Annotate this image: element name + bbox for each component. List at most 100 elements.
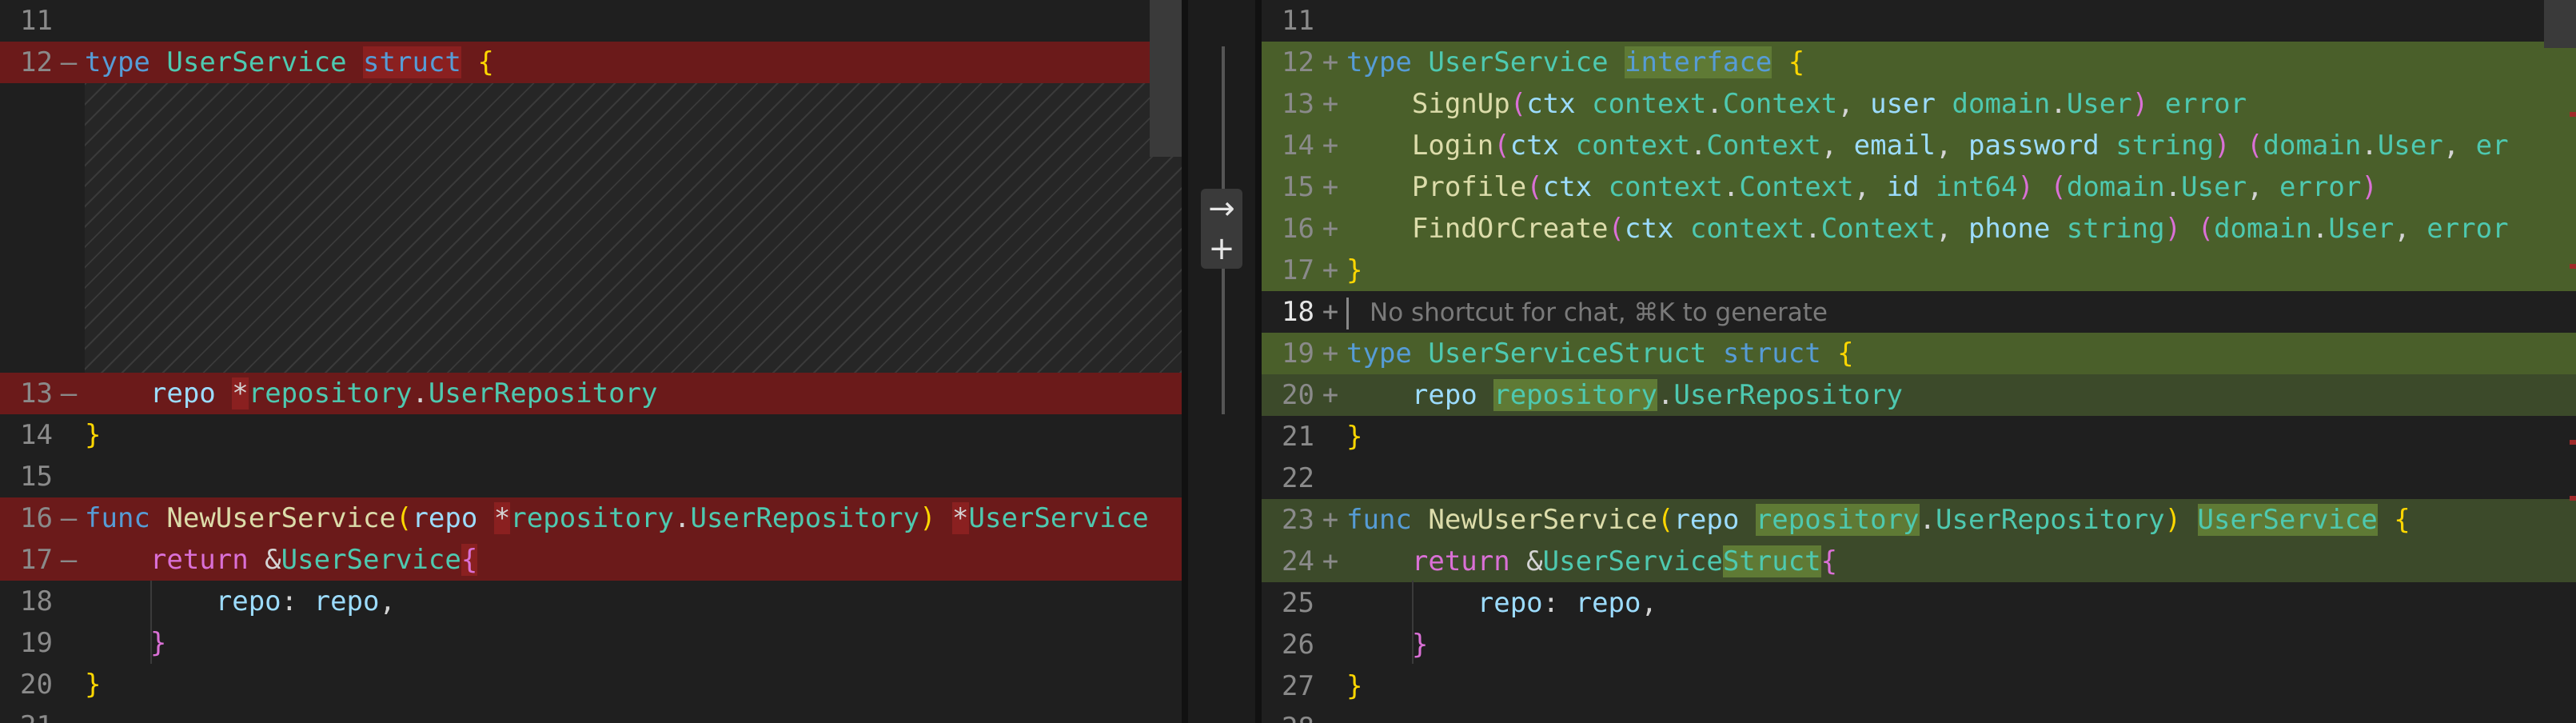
code-token: domain: [2263, 130, 2362, 162]
code-text: }: [1346, 250, 1362, 291]
code-text: Profile(ctx context.Context, id int64) (…: [1346, 166, 2378, 208]
line-number: 20: [1282, 379, 1314, 411]
code-token: phone: [1968, 213, 2051, 245]
code-line[interactable]: 21}: [1262, 416, 2576, 457]
code-token: ,: [1936, 130, 1968, 162]
code-token: repository: [1493, 379, 1657, 411]
code-token: UserService: [968, 502, 1149, 534]
indent-guide: [150, 581, 152, 664]
code-line[interactable]: 17— return &UserService{: [0, 539, 1182, 581]
line-number: 22: [1282, 462, 1314, 494]
right-diff-pane[interactable]: 11 12 + type UserService interface {13 + Sig…: [1262, 0, 2576, 723]
diff-marker: —: [60, 377, 78, 409]
code-line[interactable]: 17 +}: [1262, 250, 2576, 291]
code-token: repo: [1673, 504, 1740, 536]
code-line[interactable]: 21: [0, 705, 1182, 723]
code-token: er: [2475, 130, 2509, 162]
diff-marker: —: [60, 544, 78, 576]
pane-divider-left[interactable]: [1182, 0, 1188, 723]
code-line[interactable]: 19 }: [0, 622, 1182, 664]
code-line[interactable]: 16— func NewUserService(repo *repository.…: [0, 497, 1182, 539]
code-line[interactable]: 15: [0, 456, 1182, 497]
code-line[interactable]: 20 + repo repository.UserRepository: [1262, 374, 2576, 416]
code-line[interactable]: 12— type UserService struct {: [0, 42, 1182, 83]
code-token: }: [1346, 254, 1363, 286]
diff-marker: —: [60, 46, 78, 78]
code-token: User: [2377, 130, 2443, 162]
code-line[interactable]: 22: [1262, 457, 2576, 499]
apply-change-arrow-icon[interactable]: →: [1201, 189, 1242, 229]
line-number: 27: [1282, 670, 1314, 702]
code-token: *: [952, 502, 969, 534]
code-token: .: [412, 377, 429, 409]
code-token: ctx: [1509, 130, 1560, 162]
code-line[interactable]: 13— repo *repository.UserRepository: [0, 373, 1182, 414]
diff-marker: +: [1322, 504, 1339, 536]
code-line[interactable]: 28: [1262, 707, 2576, 723]
code-line[interactable]: 18 repo: repo,: [0, 581, 1182, 622]
code-token: &: [248, 544, 281, 576]
code-token: repo: [85, 585, 281, 617]
code-token: context: [1689, 213, 1805, 245]
code-line[interactable]: 14}: [0, 414, 1182, 456]
line-number: 11: [20, 5, 53, 37]
code-line[interactable]: 12 + type UserService interface {: [1262, 42, 2576, 83]
code-token: (: [2197, 213, 2215, 245]
code-token: UserService: [281, 544, 461, 576]
code-token: repository: [1755, 504, 1920, 536]
code-token: struct: [1722, 338, 1821, 369]
code-text: func NewUserService(repo repository.User…: [1346, 499, 2411, 541]
code-token: ,: [2394, 213, 2427, 245]
line-number: 16: [1282, 213, 1314, 245]
code-text: repo: repo,: [85, 581, 396, 622]
code-line[interactable]: 20}: [0, 664, 1182, 705]
code-line[interactable]: 26 }: [1262, 624, 2576, 665]
diff-filler-hatch: [85, 83, 1182, 373]
pane-divider-right[interactable]: [1255, 0, 1262, 723]
line-number: 12: [1282, 46, 1314, 78]
code-token: type: [1346, 46, 1412, 78]
code-token: UserService: [1542, 545, 1723, 577]
code-token: }: [1346, 629, 1429, 661]
code-text: func NewUserService(repo *repository.Use…: [85, 497, 1149, 539]
left-scrollbar-thumb[interactable]: [1150, 0, 1182, 157]
code-token: user: [1870, 88, 1936, 120]
diff-marker: +: [1322, 545, 1339, 577]
code-token: repo: [85, 377, 233, 409]
code-line[interactable]: 23 + func NewUserService(repo repository.U…: [1262, 499, 2576, 541]
code-token: .: [1919, 504, 1936, 536]
code-line[interactable]: 25 repo: repo,: [1262, 582, 2576, 624]
code-token: SignUp: [1411, 88, 1510, 120]
insert-change-plus-icon[interactable]: +: [1201, 229, 1242, 269]
code-line[interactable]: 15 + Profile(ctx context.Context, id int6…: [1262, 166, 2576, 208]
code-token: .: [1689, 130, 1707, 162]
code-line[interactable]: 18 + No shortcut for chat, ⌘K to generate: [1262, 291, 2576, 333]
right-scrollbar-thumb[interactable]: [2544, 0, 2576, 48]
code-token: context: [1608, 171, 1723, 203]
code-line[interactable]: 24 + return &UserServiceStruct{: [1262, 541, 2576, 582]
code-line[interactable]: 16 + FindOrCreate(ctx context.Context, ph…: [1262, 208, 2576, 250]
code-token: int64: [1936, 171, 2018, 203]
code-token: interface: [1625, 46, 1772, 78]
code-line[interactable]: 27}: [1262, 665, 2576, 707]
code-line[interactable]: 11: [0, 0, 1182, 42]
code-token: .: [1722, 171, 1740, 203]
code-token: repo: [1346, 587, 1543, 619]
left-diff-pane[interactable]: 11 12— type UserService struct { 13— repo *…: [0, 0, 1182, 723]
code-token: .: [1706, 88, 1723, 120]
code-line[interactable]: 14 + Login(ctx context.Context, email, pa…: [1262, 125, 2576, 166]
code-line[interactable]: 19 + type UserServiceStruct struct {: [1262, 333, 2576, 374]
line-number: 21: [1282, 421, 1314, 453]
code-line[interactable]: 13 + SignUp(ctx context.Context, user dom…: [1262, 83, 2576, 125]
code-text: No shortcut for chat, ⌘K to generate: [1346, 291, 1828, 334]
code-line[interactable]: 11: [1262, 0, 2576, 42]
